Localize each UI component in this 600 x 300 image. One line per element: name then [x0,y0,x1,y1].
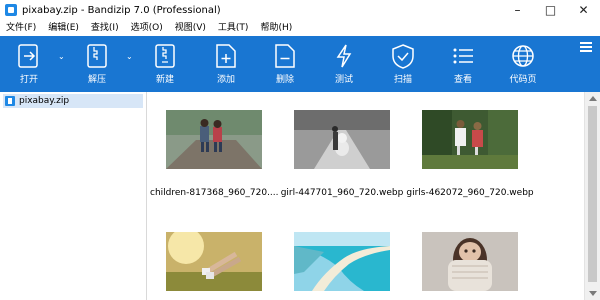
maximize-button[interactable]: □ [534,0,567,20]
delete-label: 删除 [275,75,294,85]
scan-label: 扫描 [393,75,412,85]
window-title: pixabay.zip - Bandizip 7.0 (Professional… [22,4,221,16]
view-button[interactable]: 查看 [436,36,490,92]
delete-file-icon [275,44,295,68]
codepage-globe-icon [512,45,534,67]
tree-item-label: pixabay.zip [19,96,70,106]
thumbnail-image-girls-forest[interactable] [422,110,518,169]
test-label: 测试 [334,75,353,85]
thumbnail-image-woman-sweater[interactable] [422,232,518,291]
title-bar: pixabay.zip - Bandizip 7.0 (Professional… [0,0,600,20]
thumbnail-image-beach[interactable] [294,232,390,291]
file-name-label: girls-462072_960_720.webp [406,188,534,198]
codepage-label: 代码页 [509,75,537,85]
menu-options[interactable]: 选项(O) [125,20,169,36]
open-dropdown-chevron-icon[interactable]: ⌄ [58,52,65,61]
scroll-down-arrow-icon[interactable] [589,291,597,296]
file-name-label: children-817368_960_720.... [150,188,279,198]
open-label: 打开 [19,75,38,85]
close-button[interactable]: ✕ [567,0,600,20]
thumbnail-image-girl-teddy[interactable] [294,110,390,169]
window-controls: – □ ✕ [501,0,600,20]
zip-archive-icon [5,96,15,106]
add-label: 添加 [216,75,235,85]
menu-view[interactable]: 视图(V) [169,20,212,36]
toolbar: 打开 ⌄ 解压 ⌄ 新建 添加 删除 测试 扫描 查看 代码页 [0,36,600,92]
test-button[interactable]: 测试 [317,36,371,92]
file-thumbnail-view: children-817368_960_720.... girl-447701_… [147,92,583,300]
archive-tree: pixabay.zip [0,92,147,300]
open-icon [18,44,38,68]
thumbnail-image-children[interactable] [166,110,262,169]
codepage-button[interactable]: 代码页 [496,36,550,92]
menu-tools[interactable]: 工具(T) [212,20,255,36]
menu-bar: 文件(F) 编辑(E) 查找(I) 选项(O) 视图(V) 工具(T) 帮助(H… [0,20,600,36]
file-name-label: girl-447701_960_720.webp [280,188,404,198]
view-label: 查看 [453,75,472,85]
scan-button[interactable]: 扫描 [376,36,430,92]
extract-icon [87,44,107,68]
menu-edit[interactable]: 编辑(E) [42,20,85,36]
test-icon [336,44,352,68]
toolbar-menu-icon[interactable] [580,42,592,52]
add-button[interactable]: 添加 [199,36,253,92]
add-file-icon [216,44,236,68]
new-archive-icon [155,44,175,68]
new-archive-button[interactable]: 新建 [138,36,192,92]
menu-find[interactable]: 查找(I) [85,20,125,36]
scan-shield-icon [392,44,414,69]
thumbnail-image-legs-grass[interactable] [166,232,262,291]
extract-label: 解压 [87,75,106,85]
tree-item-pixabay-zip[interactable]: pixabay.zip [3,94,143,108]
delete-button[interactable]: 删除 [258,36,312,92]
extract-dropdown-chevron-icon[interactable]: ⌄ [126,52,133,61]
scroll-up-arrow-icon[interactable] [589,96,597,101]
minimize-button[interactable]: – [501,0,534,20]
bandizip-app-icon [5,4,17,16]
menu-help[interactable]: 帮助(H) [254,20,298,36]
extract-button[interactable]: 解压 [70,36,124,92]
view-list-icon [453,48,473,64]
vertical-scrollbar[interactable] [584,92,600,300]
new-archive-label: 新建 [155,75,174,85]
menu-file[interactable]: 文件(F) [0,20,42,36]
open-button[interactable]: 打开 [2,36,56,92]
scrollbar-thumb[interactable] [588,106,597,282]
